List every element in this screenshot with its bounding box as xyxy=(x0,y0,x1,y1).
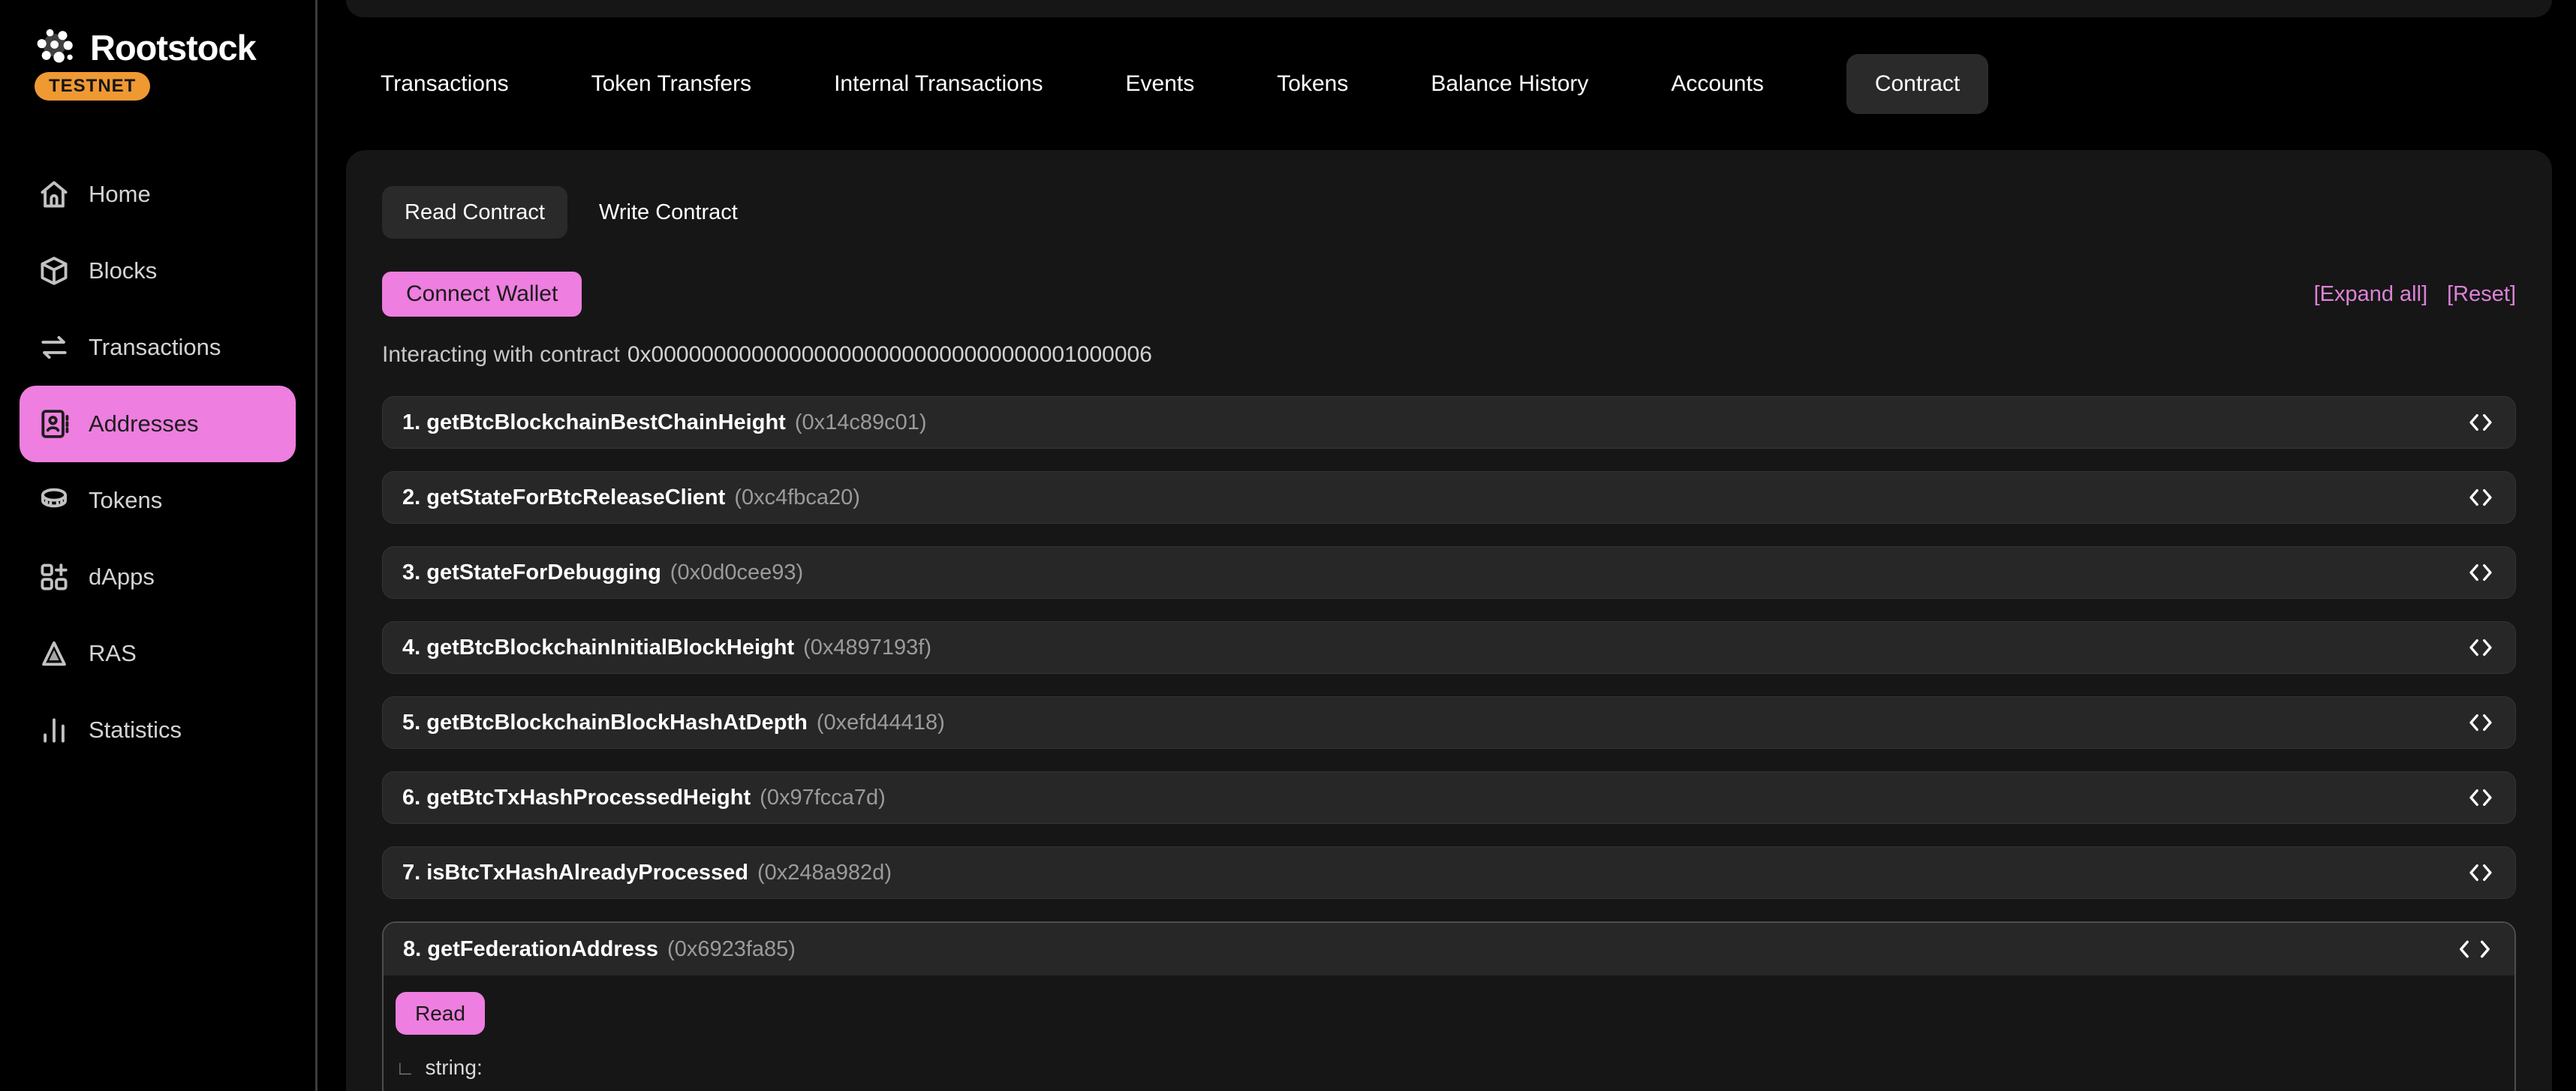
home-icon xyxy=(38,178,71,211)
function-selector: (0x6923fa85) xyxy=(667,937,796,962)
function-selector: (0x4897193f) xyxy=(803,636,931,660)
sidebar-item-label: Transactions xyxy=(89,334,221,361)
contract-subtabs: Read Contract Write Contract xyxy=(382,186,2516,239)
function-row-header[interactable]: 4. getBtcBlockchainInitialBlockHeight (0x… xyxy=(382,621,2516,674)
function-selector: (0xc4fbca20) xyxy=(734,485,860,510)
sidebar-item-home[interactable]: Home xyxy=(20,156,296,233)
addresses-icon xyxy=(38,407,71,440)
expand-all-link[interactable]: [Expand all] xyxy=(2314,282,2428,307)
sidebar-item-label: Addresses xyxy=(89,410,198,437)
sidebar-item-label: Statistics xyxy=(89,717,182,744)
sidebar-item-label: Tokens xyxy=(89,487,162,514)
transactions-icon xyxy=(38,331,71,364)
code-icon[interactable] xyxy=(2466,785,2496,810)
sidebar: Rootstock TESTNET Home Blocks Transactions… xyxy=(0,0,317,1091)
function-row-header[interactable]: 1. getBtcBlockchainBestChainHeight (0x14c… xyxy=(382,396,2516,449)
function-output-row: ∟ string: xyxy=(396,1056,2502,1080)
function-selector: (0xefd44418) xyxy=(817,711,945,735)
function-name: 1. getBtcBlockchainBestChainHeight xyxy=(402,410,786,435)
tab-bar: Transactions Token Transfers Internal Tran… xyxy=(381,54,1988,114)
function-list-controls: [Expand all] [Reset] xyxy=(2314,282,2516,307)
code-icon[interactable] xyxy=(2466,560,2496,585)
sidebar-item-label: RAS xyxy=(89,640,137,667)
function-name: 8. getFederationAddress xyxy=(403,937,658,962)
code-icon[interactable] xyxy=(2454,936,2495,962)
function-name: 6. getBtcTxHashProcessedHeight xyxy=(402,786,751,810)
sidebar-item-tokens[interactable]: Tokens xyxy=(20,462,296,539)
code-icon[interactable] xyxy=(2466,410,2496,435)
sidebar-item-addresses[interactable]: Addresses xyxy=(20,386,296,462)
code-icon[interactable] xyxy=(2466,485,2496,510)
tab-internal-transactions[interactable]: Internal Transactions xyxy=(834,71,1043,97)
output-type-label: string: xyxy=(425,1056,482,1080)
output-corner-mark: ∟ xyxy=(396,1056,414,1080)
function-selector: (0x0d0cee93) xyxy=(670,561,803,585)
tab-token-transfers[interactable]: Token Transfers xyxy=(591,71,751,97)
subtab-read-contract[interactable]: Read Contract xyxy=(382,186,567,239)
read-button[interactable]: Read xyxy=(396,992,485,1035)
brand-logo[interactable]: Rootstock xyxy=(35,26,256,69)
code-icon[interactable] xyxy=(2466,860,2496,885)
sidebar-item-label: Home xyxy=(89,181,151,208)
tab-balance-history[interactable]: Balance History xyxy=(1431,71,1588,97)
reset-link[interactable]: [Reset] xyxy=(2447,282,2516,307)
function-name: 3. getStateForDebugging xyxy=(402,561,661,585)
function-name: 5. getBtcBlockchainBlockHashAtDepth xyxy=(402,711,808,735)
actions-row: Connect Wallet [Expand all] [Reset] xyxy=(382,272,2516,317)
rootstock-logo-icon xyxy=(35,26,78,69)
interacting-line: Interacting with contract 0x0000000000000… xyxy=(382,342,2516,368)
function-selector: (0x14c89c01) xyxy=(795,410,927,435)
interacting-label: Interacting with contract xyxy=(382,342,620,367)
function-selector: (0x248a982d) xyxy=(757,861,892,885)
contract-panel: Read Contract Write Contract Connect Wall… xyxy=(346,150,2552,1091)
code-icon[interactable] xyxy=(2466,710,2496,735)
function-name: 7. isBtcTxHashAlreadyProcessed xyxy=(402,861,748,885)
function-row-header[interactable]: 6. getBtcTxHashProcessedHeight (0x97fcca7… xyxy=(382,771,2516,824)
ras-icon xyxy=(38,637,71,670)
sidebar-nav: Home Blocks Transactions Addresses Tokens dAp… xyxy=(20,156,296,768)
function-row-expanded: 8. getFederationAddress (0x6923fa85) Read ∟… xyxy=(382,921,2516,1091)
subtab-write-contract[interactable]: Write Contract xyxy=(599,200,738,225)
tokens-icon xyxy=(38,484,71,517)
tab-tokens[interactable]: Tokens xyxy=(1277,71,1348,97)
dapps-icon xyxy=(38,561,71,594)
sidebar-item-dapps[interactable]: dApps xyxy=(20,539,296,615)
function-row-header[interactable]: 2. getStateForBtcReleaseClient (0xc4fbca2… xyxy=(382,471,2516,524)
sidebar-item-transactions[interactable]: Transactions xyxy=(20,309,296,386)
function-row-header[interactable]: 5. getBtcBlockchainBlockHashAtDepth (0xef… xyxy=(382,696,2516,749)
statistics-icon xyxy=(38,714,71,747)
contract-address: 0x00000000000000000000000000000000010000… xyxy=(627,342,1152,367)
function-row-header[interactable]: 3. getStateForDebugging (0x0d0cee93) xyxy=(382,546,2516,599)
sidebar-item-ras[interactable]: RAS xyxy=(20,615,296,692)
brand-name: Rootstock xyxy=(90,27,256,68)
sidebar-item-statistics[interactable]: Statistics xyxy=(20,692,296,768)
sidebar-item-blocks[interactable]: Blocks xyxy=(20,233,296,309)
previous-panel-edge xyxy=(346,0,2552,17)
tab-contract[interactable]: Contract xyxy=(1846,54,1988,114)
code-icon[interactable] xyxy=(2466,635,2496,660)
function-list: 1. getBtcBlockchainBestChainHeight (0x14c… xyxy=(382,396,2516,1091)
function-row-header[interactable]: 7. isBtcTxHashAlreadyProcessed (0x248a982… xyxy=(382,846,2516,899)
network-badge: TESTNET xyxy=(35,72,150,101)
sidebar-item-label: Blocks xyxy=(89,257,157,284)
tab-transactions[interactable]: Transactions xyxy=(381,71,509,97)
function-selector: (0x97fcca7d) xyxy=(760,786,886,810)
function-name: 4. getBtcBlockchainInitialBlockHeight xyxy=(402,636,794,660)
function-expanded-body: Read ∟ string: xyxy=(384,975,2514,1091)
connect-wallet-button[interactable]: Connect Wallet xyxy=(382,272,582,317)
app-root: Rootstock TESTNET Home Blocks Transactions… xyxy=(0,0,2576,1091)
tab-events[interactable]: Events xyxy=(1126,71,1195,97)
blocks-icon xyxy=(38,254,71,287)
sidebar-item-label: dApps xyxy=(89,564,155,591)
tab-accounts[interactable]: Accounts xyxy=(1671,71,1763,97)
function-name: 2. getStateForBtcReleaseClient xyxy=(402,485,725,510)
function-row-header[interactable]: 8. getFederationAddress (0x6923fa85) xyxy=(384,923,2514,975)
